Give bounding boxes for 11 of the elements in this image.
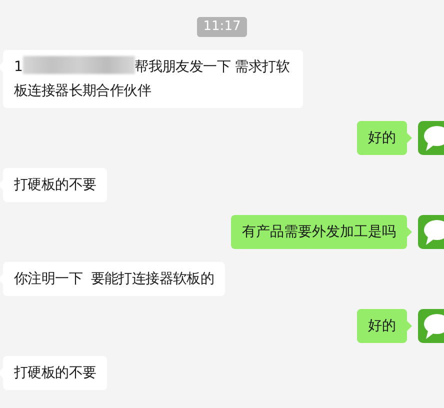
avatar-icon[interactable] bbox=[418, 215, 444, 249]
bubble-tail bbox=[407, 133, 412, 143]
avatar-icon[interactable] bbox=[418, 309, 444, 343]
bubble-tail bbox=[407, 321, 412, 331]
message-bubble: 1 帮我朋友发一下 需求打软板连接器长期合作伙伴 bbox=[3, 50, 303, 108]
bubble-tail bbox=[407, 227, 412, 237]
message-bubble: 打硬板的不要 bbox=[3, 168, 108, 202]
avatar-icon[interactable] bbox=[418, 121, 444, 155]
message-bubble: 打硬板的不要 bbox=[3, 356, 108, 390]
message-bubble: 你注明一下 要能打连接器软板的 bbox=[3, 262, 226, 296]
timestamp: 11:17 bbox=[197, 17, 247, 37]
